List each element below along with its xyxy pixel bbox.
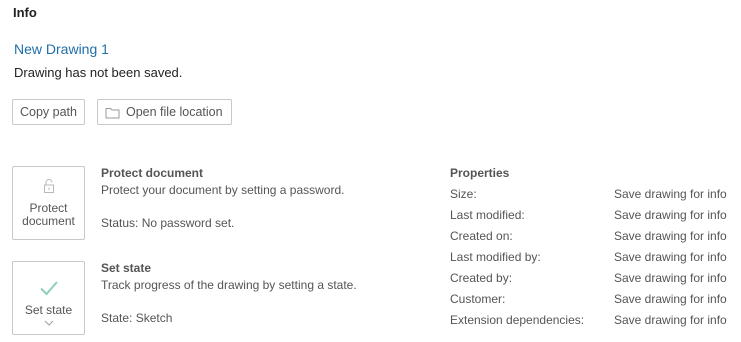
property-row: Created by: Save drawing for info (450, 271, 730, 287)
set-state-current-state: State: Sketch (101, 311, 173, 325)
copy-path-button[interactable]: Copy path (12, 99, 85, 125)
property-row: Last modified by: Save drawing for info (450, 250, 730, 266)
document-save-status: Drawing has not been saved. (14, 65, 183, 80)
document-name: New Drawing 1 (14, 41, 109, 57)
page-title: Info (13, 5, 37, 20)
property-row: Created on: Save drawing for info (450, 229, 730, 245)
property-row: Last modified: Save drawing for info (450, 208, 730, 224)
set-state-title: Set state (101, 261, 152, 275)
chevron-down-icon (13, 320, 84, 326)
property-key: Created on: (450, 229, 513, 243)
folder-icon (105, 106, 120, 119)
property-value: Save drawing for info (614, 250, 727, 264)
property-key: Customer: (450, 292, 506, 306)
protect-document-status: Status: No password set. (101, 216, 235, 230)
protect-document-description: Protect your document by setting a passw… (101, 183, 345, 197)
property-row: Extension dependencies: Save drawing for… (450, 313, 730, 329)
property-value: Save drawing for info (614, 208, 727, 222)
property-key: Last modified by: (450, 250, 541, 264)
protect-tile-label-line2: document (22, 214, 75, 228)
property-row: Customer: Save drawing for info (450, 292, 730, 308)
open-file-location-label: Open file location (126, 105, 223, 119)
property-key: Created by: (450, 271, 513, 285)
property-key: Size: (450, 187, 477, 201)
copy-path-label: Copy path (20, 105, 77, 119)
set-state-button[interactable]: Set state (12, 261, 85, 335)
property-value: Save drawing for info (614, 187, 727, 201)
lock-icon (13, 178, 84, 194)
protect-document-title: Protect document (101, 166, 204, 180)
property-key: Last modified: (450, 208, 525, 222)
property-value: Save drawing for info (614, 292, 727, 306)
set-state-description: Track progress of the drawing by setting… (101, 278, 357, 292)
property-value: Save drawing for info (614, 229, 727, 243)
property-key: Extension dependencies: (450, 313, 585, 327)
info-panel: Info New Drawing 1 Drawing has not been … (0, 0, 741, 342)
properties-title: Properties (450, 166, 510, 180)
property-value: Save drawing for info (614, 271, 727, 285)
property-value: Save drawing for info (614, 313, 727, 327)
protect-document-button[interactable]: Protect document (12, 166, 85, 240)
checkmark-icon (13, 280, 84, 296)
set-state-tile-label: Set state (24, 303, 73, 317)
property-row: Size: Save drawing for info (450, 187, 730, 203)
open-file-location-button[interactable]: Open file location (97, 99, 232, 125)
protect-document-tile-label: Protect document (13, 202, 84, 228)
